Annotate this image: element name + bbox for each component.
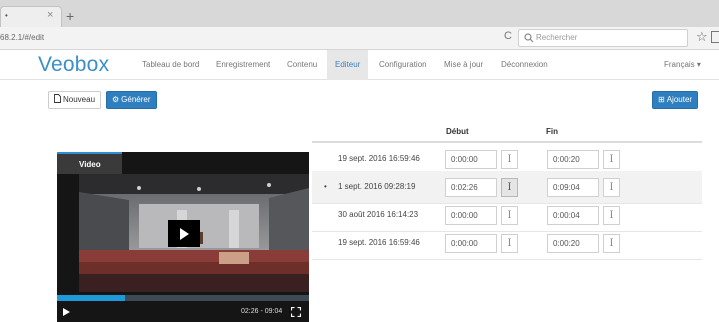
set-end-button[interactable]: I: [603, 234, 620, 253]
new-tab-button[interactable]: +: [66, 9, 74, 23]
cogs-icon: ⚙: [112, 95, 120, 104]
row-date: 1 sept. 2016 09:28:19: [338, 182, 416, 191]
browser-address-row: 68.2.1/#/edit C Rechercher ☆: [0, 27, 719, 50]
plus-square-icon: ⊞: [658, 95, 665, 104]
search-placeholder: Rechercher: [536, 33, 578, 42]
brand-logo[interactable]: Veobox: [38, 53, 109, 77]
start-time-input[interactable]: 0:02:26: [445, 178, 497, 197]
browser-search-input[interactable]: Rechercher: [518, 29, 688, 47]
bookmark-star-icon[interactable]: ☆: [696, 29, 708, 45]
add-button[interactable]: ⊞ Ajouter: [652, 91, 699, 109]
row-date: 19 sept. 2016 16:59:46: [338, 238, 420, 247]
generate-button[interactable]: ⚙ Générer: [106, 91, 157, 109]
file-icon: [54, 94, 61, 103]
app-navbar: Veobox Tableau de bord Enregistrement Co…: [0, 50, 719, 80]
fullscreen-icon[interactable]: [291, 307, 301, 317]
play-icon[interactable]: [63, 308, 70, 316]
new-button[interactable]: Nouveau: [48, 91, 102, 109]
set-start-button[interactable]: I: [501, 150, 518, 169]
set-end-button[interactable]: I: [603, 150, 620, 169]
library-icon[interactable]: [711, 31, 719, 43]
add-button-label: Ajouter: [666, 95, 693, 104]
video-progress-fill: [57, 295, 126, 301]
search-icon: [524, 33, 534, 43]
end-time-input[interactable]: 0:00:04: [547, 206, 599, 225]
end-time-input[interactable]: 0:00:20: [547, 234, 599, 253]
set-end-button[interactable]: I: [603, 206, 620, 225]
nav-item-configuration[interactable]: Configuration: [379, 50, 427, 80]
end-time-input[interactable]: 0:09:04: [547, 178, 599, 197]
nav-item-logout[interactable]: Déconnexion: [501, 50, 548, 80]
set-start-button[interactable]: I: [501, 206, 518, 225]
start-column-header: Début: [446, 127, 469, 136]
generate-button-label: Générer: [121, 95, 151, 104]
video-panel: Video 02:26 - 09:04: [57, 152, 309, 322]
nav-item-dashboard[interactable]: Tableau de bord: [142, 50, 199, 80]
video-progress-bar[interactable]: [57, 295, 309, 301]
end-column-header: Fin: [546, 127, 558, 136]
tab-title: •: [5, 11, 8, 20]
table-row[interactable]: 19 sept. 2016 16:59:46 0:00:00 I 0:00:20…: [312, 227, 702, 260]
language-dropdown[interactable]: Français ▾: [664, 50, 701, 80]
browser-tab-bar: • × +: [0, 0, 719, 27]
end-time-input[interactable]: 0:00:20: [547, 150, 599, 169]
reload-icon[interactable]: C: [504, 30, 512, 42]
nav-item-recording[interactable]: Enregistrement: [216, 50, 270, 80]
browser-tab[interactable]: • ×: [0, 6, 62, 27]
start-time-input[interactable]: 0:00:00: [445, 206, 497, 225]
video-tab-label: Video: [79, 160, 101, 169]
address-bar[interactable]: 68.2.1/#/edit: [0, 33, 44, 42]
set-start-button[interactable]: I: [501, 178, 518, 197]
tab-close-icon[interactable]: ×: [47, 9, 53, 21]
row-marker: •: [324, 182, 327, 191]
video-time: 02:26 - 09:04: [241, 308, 283, 315]
start-time-input[interactable]: 0:00:00: [445, 150, 497, 169]
new-button-label: Nouveau: [63, 95, 96, 104]
set-start-button[interactable]: I: [501, 234, 518, 253]
nav-item-update[interactable]: Mise à jour: [444, 50, 483, 80]
play-overlay-button[interactable]: [168, 220, 200, 247]
start-time-input[interactable]: 0:00:00: [445, 234, 497, 253]
row-date: 19 sept. 2016 16:59:46: [338, 154, 420, 163]
video-tab[interactable]: Video: [57, 152, 122, 174]
nav-item-editor[interactable]: Editeur: [327, 50, 369, 80]
row-date: 30 août 2016 16:14:23: [338, 210, 419, 219]
set-end-button[interactable]: I: [603, 178, 620, 197]
nav-item-content[interactable]: Contenu: [287, 50, 317, 80]
